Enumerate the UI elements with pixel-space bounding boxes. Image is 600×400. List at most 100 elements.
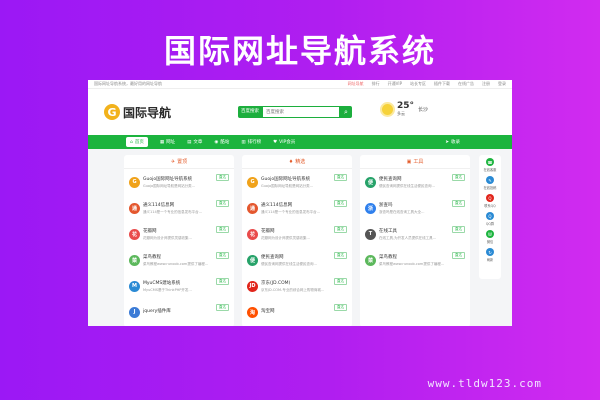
top-link-register[interactable]: 注册: [482, 81, 490, 87]
site-entry[interactable]: T 在线工具 在线工具,为开发人员提供在线工具… 直达: [360, 221, 470, 247]
top-link-ads[interactable]: 在线广告: [458, 81, 474, 87]
site-entry[interactable]: 菜菜鸟教程 菜鸟教程www.runoob.com提供了编程… 直达: [124, 247, 234, 273]
site-entry[interactable]: 花花瓣网 花瓣网为设计师提供灵感收集… 直达: [124, 221, 234, 247]
sidebar-label: 联系QQ: [484, 204, 496, 208]
search-engine-select[interactable]: 百度搜索: [238, 106, 262, 118]
search-input[interactable]: [262, 106, 340, 118]
sidebar-label: QQ群: [485, 222, 495, 226]
nav-ranking[interactable]: ▥ 排行榜: [241, 139, 261, 146]
chart-icon: ▥: [241, 139, 246, 145]
site-desc: 通义114是一个专业的信息发布平台…: [143, 209, 203, 214]
visit-button[interactable]: 直达: [216, 304, 229, 311]
floating-sidebar: ☎ 在线客服 ✎ 在线投稿 Q 联系QQ Q QQ群 W 微信 ↻ 刷新: [479, 155, 501, 279]
site-logo[interactable]: G 国际导航: [104, 104, 214, 121]
site-logo-icon: 浙: [365, 202, 376, 214]
weather-city: 长沙: [418, 106, 429, 113]
top-link-vip[interactable]: 开通VIP: [388, 81, 402, 87]
visit-button[interactable]: 直达: [216, 174, 229, 181]
column-featured: ♦ 精选 G Guojo国际网址导航系统 Guojo国际网址导航是网站分类… 直达通通义…: [242, 155, 352, 326]
sidebar-label: 刷新: [486, 258, 494, 262]
sun-icon: [382, 103, 393, 115]
site-logo-icon: 通: [129, 202, 140, 214]
site-desc: 花瓣网为设计师提供灵感收集…: [261, 235, 310, 240]
sidebar-item[interactable]: Q QQ群: [486, 212, 494, 226]
site-logo-icon: 便: [247, 254, 258, 266]
sidebar-icon: ☎: [486, 158, 494, 166]
site-logo-icon: 通: [247, 202, 258, 214]
top-link-login[interactable]: 登录: [498, 81, 506, 87]
site-entry[interactable]: 通通义114信息网 通义114是一个专业的信息发布平台… 直达: [242, 195, 352, 221]
gem-icon: ♦: [288, 158, 294, 165]
site-logo-icon: 花: [129, 228, 140, 240]
visit-button[interactable]: 直达: [216, 200, 229, 207]
visit-button[interactable]: 直达: [334, 226, 347, 233]
visit-button[interactable]: 直达: [334, 278, 347, 285]
heart-icon: ♥: [273, 139, 278, 145]
nav-cool-sites[interactable]: ◉ 酷站: [214, 139, 229, 146]
visit-button[interactable]: 直达: [452, 252, 465, 259]
top-link-plugin[interactable]: 插件下载: [434, 81, 450, 87]
visit-button[interactable]: 直达: [216, 226, 229, 233]
site-logo-icon: JD: [247, 280, 258, 292]
sidebar-item[interactable]: W 微信: [486, 230, 494, 244]
visit-button[interactable]: 直达: [216, 278, 229, 285]
sidebar-icon: Q: [486, 194, 494, 202]
top-link-rank[interactable]: 排行: [372, 81, 380, 87]
nav-submit[interactable]: ➤ 收录: [445, 139, 460, 146]
content-area: ✈ 置顶 G Guojo国际网址导航系统 Guojo国际网址导航是网站分类… 直达通通义…: [88, 149, 512, 326]
site-entry[interactable]: 通通义114信息网 通义114是一个专业的信息发布平台… 直达: [124, 195, 234, 221]
site-logo-icon: 菜: [365, 254, 376, 266]
nav-articles[interactable]: ▤ 文章: [187, 139, 202, 146]
sidebar-item[interactable]: ↻ 刷新: [486, 248, 494, 262]
column-top: ✈ 置顶 G Guojo国际网址导航系统 Guojo国际网址导航是网站分类… 直达通通义…: [124, 155, 234, 326]
site-desc: 在线工具,为开发人员提供在线工具…: [379, 235, 437, 240]
site-entry[interactable]: 便便民查询网 便民查询网提供在线生活便民查询… 直达: [242, 247, 352, 273]
site-entry[interactable]: 便便民查询网 便民查询网提供在线生活便民查询… 直达: [360, 169, 470, 195]
top-link-home[interactable]: 网址导航: [348, 81, 364, 87]
top-bar: 国际网址导航系统，最好用的网址导航 网址导航 排行 开通VIP 站长专区 插件下…: [88, 80, 512, 89]
top-link-webmaster[interactable]: 站长专区: [410, 81, 426, 87]
site-entry[interactable]: G Guojo国际网址导航系统 Guojo国际网址导航是网站分类… 直达: [242, 169, 352, 195]
pin-icon: ✈: [170, 158, 176, 165]
column-title: ▣ 工具: [360, 155, 470, 169]
visit-button[interactable]: 直达: [216, 252, 229, 259]
eye-icon: ◉: [214, 139, 219, 145]
site-entry[interactable]: JD 京东(JD.COM) 京东JD.COM-专业的综合网上购物商城… 直达: [242, 273, 352, 299]
sidebar-item[interactable]: Q 联系QQ: [484, 194, 496, 208]
visit-button[interactable]: 直达: [452, 174, 465, 181]
site-entry[interactable]: 花花瓣网 花瓣网为设计师提供灵感收集… 直达: [242, 221, 352, 247]
visit-button[interactable]: 直达: [334, 252, 347, 259]
visit-button[interactable]: 直达: [452, 226, 465, 233]
site-entry[interactable]: M MyuCMS建站系统 MyuCMS基于ThinkPHP开发… 直达: [124, 273, 234, 299]
site-entry[interactable]: G Guojo国际网址导航系统 Guojo国际网址导航是网站分类… 直达: [124, 169, 234, 195]
nav-sites[interactable]: ▦ 网址: [160, 139, 175, 146]
sidebar-item[interactable]: ✎ 在线投稿: [484, 176, 496, 190]
site-entry[interactable]: 菜菜鸟教程 菜鸟教程www.runoob.com提供了编程… 直达: [360, 247, 470, 273]
site-desc: 菜鸟教程www.runoob.com提供了编程…: [379, 261, 445, 266]
toolbox-icon: ▣: [406, 158, 412, 165]
sidebar-icon: Q: [486, 212, 494, 220]
site-entry[interactable]: 淘淘宝网 直达: [242, 299, 352, 325]
nav-home[interactable]: ⌂ 首页: [126, 137, 148, 147]
nav-vip[interactable]: ♥ VIP会员: [273, 139, 295, 146]
site-desc: 浙查吗是在线查询工具大全…: [379, 209, 425, 214]
visit-button[interactable]: 直达: [334, 304, 347, 311]
site-desc: Guojo国际网址导航是网站分类…: [143, 183, 196, 188]
site-logo-icon: J: [129, 306, 140, 318]
site-logo-icon: 便: [365, 176, 376, 188]
watermark: www.tldw123.com: [427, 377, 542, 390]
visit-button[interactable]: 直达: [452, 200, 465, 207]
search-button[interactable]: ⌕: [340, 106, 352, 118]
site-desc: 通义114是一个专业的信息发布平台…: [261, 209, 321, 214]
site-entry[interactable]: 浙浙查吗 浙查吗是在线查询工具大全… 直达: [360, 195, 470, 221]
temperature: 25° 多云: [397, 101, 415, 116]
site-header: G 国际导航 百度搜索 ⌕ 25° 多云 长沙: [88, 89, 512, 135]
site-logo-icon: G: [129, 176, 140, 188]
sidebar-icon: ✎: [486, 176, 494, 184]
site-entry[interactable]: Jjquery插件库 直达: [124, 299, 234, 325]
announcement: 国际网址导航系统，最好用的网址导航: [94, 81, 162, 86]
sidebar-item[interactable]: ☎ 在线客服: [484, 158, 496, 172]
visit-button[interactable]: 直达: [334, 200, 347, 207]
visit-button[interactable]: 直达: [334, 174, 347, 181]
site-desc: Guojo国际网址导航是网站分类…: [261, 183, 314, 188]
